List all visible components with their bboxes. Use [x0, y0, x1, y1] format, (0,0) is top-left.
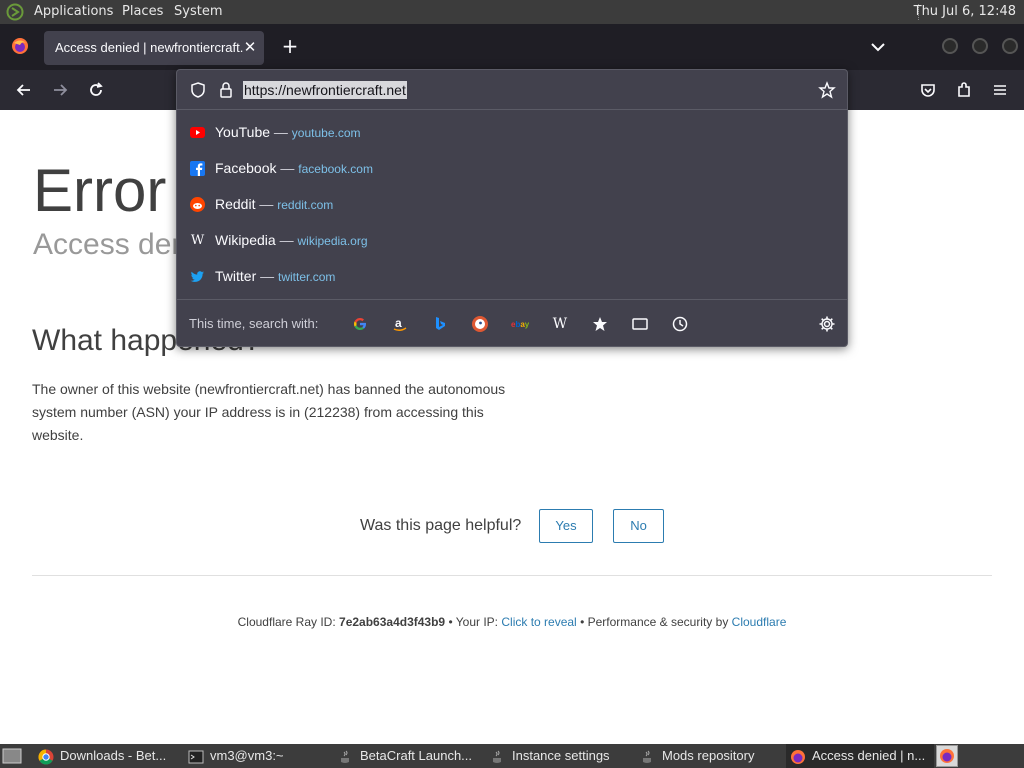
terminal-icon: [188, 750, 204, 764]
facebook-icon: [190, 161, 205, 176]
pocket-icon[interactable]: [918, 80, 938, 100]
lock-icon[interactable]: [218, 81, 234, 99]
suggestion-reddit[interactable]: Reddit — reddit.com: [177, 187, 847, 223]
taskbar-label: Instance settings: [512, 748, 610, 763]
twitter-icon: [190, 271, 204, 282]
suggestion-name: Facebook: [215, 160, 277, 176]
clock[interactable]: Thu Jul 6, 12:48: [914, 4, 1016, 19]
java-icon: [643, 750, 651, 763]
chevron-down-icon[interactable]: [868, 38, 888, 56]
wikipedia-icon[interactable]: W: [551, 315, 569, 333]
suggestion-facebook[interactable]: Facebook — facebook.com: [177, 151, 847, 187]
taskbar-label: Mods repository: [662, 748, 755, 763]
suggestion-wikipedia[interactable]: W Wikipedia — wikipedia.org: [177, 223, 847, 259]
java-icon: [493, 750, 501, 763]
search-with-label: This time, search with:: [189, 316, 319, 331]
one-off-search-row: This time, search with: a ebay W: [177, 299, 847, 347]
bottom-taskbar: Downloads - Bet... vm3@vm3:~ BetaCraft L…: [0, 744, 1024, 768]
tabs-icon[interactable]: [631, 315, 649, 333]
new-tab-icon[interactable]: +: [280, 36, 300, 56]
minimize-window-icon[interactable]: [942, 38, 958, 54]
feedback-yes-button[interactable]: Yes: [539, 509, 593, 543]
taskbar-label: Access denied | n...: [812, 748, 926, 763]
google-icon[interactable]: [351, 315, 369, 333]
suggestion-twitter[interactable]: Twitter — twitter.com: [177, 259, 847, 295]
taskbar-item-mods-repository[interactable]: Mods repository: [640, 744, 780, 768]
back-icon[interactable]: [14, 80, 34, 100]
taskbar-item-downloads[interactable]: Downloads - Bet...: [38, 744, 180, 768]
taskbar-label: Downloads - Bet...: [60, 748, 167, 763]
taskbar-item-betacraft[interactable]: BetaCraft Launch...: [338, 744, 483, 768]
taskbar-item-firefox[interactable]: Access denied | n...: [786, 744, 934, 768]
suggestion-name: YouTube: [215, 124, 271, 140]
ip-label: • Your IP:: [448, 615, 499, 629]
firefox-icon: [791, 749, 805, 764]
menu-applications[interactable]: Applications: [34, 4, 113, 19]
tab-title: Access denied | newfrontiercraft.net: [55, 40, 243, 55]
forward-icon[interactable]: [50, 80, 70, 100]
browser-tab-bar: Access denied | newfrontiercraft.net ✕ +: [0, 24, 1024, 70]
history-icon[interactable]: [671, 315, 689, 333]
helpful-question: Was this page helpful?: [360, 517, 522, 534]
cloudflare-footer: Cloudflare Ray ID: 7e2ab63a4d3f43b9 • Yo…: [0, 615, 1024, 629]
url-input[interactable]: https://newfrontiercraft.net: [243, 81, 407, 99]
close-window-icon[interactable]: [1002, 38, 1018, 54]
suggestion-url: youtube.com: [291, 126, 361, 140]
url-bar[interactable]: https://newfrontiercraft.net: [177, 70, 847, 110]
chrome-icon: [38, 749, 54, 765]
system-top-panel: Applications Places System Thu Jul 6, 12…: [0, 0, 1024, 24]
svg-text:ebay: ebay: [511, 320, 529, 329]
suggestion-name: Reddit: [215, 196, 256, 212]
suggestion-url: reddit.com: [277, 198, 334, 212]
reddit-icon: [190, 197, 205, 212]
suggestion-url: facebook.com: [298, 162, 373, 176]
close-tab-icon[interactable]: ✕: [243, 38, 257, 56]
reveal-ip-link[interactable]: Click to reveal: [501, 615, 576, 629]
firefox-icon[interactable]: [11, 37, 29, 55]
svg-text:a: a: [395, 316, 402, 330]
taskbar-item-instance-settings[interactable]: Instance settings: [490, 744, 630, 768]
cloudflare-link[interactable]: Cloudflare: [732, 615, 787, 629]
suggestion-youtube[interactable]: YouTube — youtube.com: [177, 115, 847, 151]
wikipedia-icon: W: [190, 233, 205, 248]
bookmarks-icon[interactable]: [591, 315, 609, 333]
duckduckgo-icon[interactable]: [471, 315, 489, 333]
extensions-icon[interactable]: [954, 80, 974, 100]
bookmark-star-icon[interactable]: [818, 81, 836, 99]
amazon-icon[interactable]: a: [391, 315, 409, 333]
suggestion-url: wikipedia.org: [297, 234, 368, 248]
search-settings-gear-icon[interactable]: [818, 315, 836, 333]
reload-icon[interactable]: [86, 80, 106, 100]
bing-icon[interactable]: [431, 315, 449, 333]
menu-places[interactable]: Places: [122, 4, 163, 19]
suggestion-name: Twitter: [215, 268, 257, 284]
distro-logo-icon[interactable]: [6, 3, 24, 21]
taskbar-label: vm3@vm3:~: [210, 748, 284, 763]
suggestion-url: twitter.com: [278, 270, 336, 284]
tracking-protection-shield-icon[interactable]: [190, 81, 206, 99]
performance-label: • Performance & security by: [580, 615, 729, 629]
java-icon: [341, 750, 349, 763]
suggestion-name: Wikipedia: [215, 232, 276, 248]
divider: [32, 575, 992, 576]
maximize-window-icon[interactable]: [972, 38, 988, 54]
taskbar-item-terminal[interactable]: vm3@vm3:~: [188, 744, 328, 768]
ray-id-value: 7e2ab63a4d3f43b9: [339, 615, 446, 629]
youtube-icon: [190, 127, 205, 138]
show-desktop-icon[interactable]: [2, 747, 22, 765]
feedback-no-button[interactable]: No: [613, 509, 664, 543]
firefox-icon: [940, 749, 954, 763]
url-bar-dropdown: https://newfrontiercraft.net YouTube — y…: [176, 69, 848, 347]
menu-hamburger-icon[interactable]: [990, 80, 1010, 100]
ray-id-label: Cloudflare Ray ID:: [237, 615, 336, 629]
workspace-switcher[interactable]: [936, 745, 958, 767]
tab-access-denied[interactable]: Access denied | newfrontiercraft.net ✕: [44, 31, 264, 65]
menu-system[interactable]: System: [174, 4, 222, 19]
ebay-icon[interactable]: ebay: [511, 315, 529, 333]
error-description: The owner of this website (newfrontiercr…: [32, 381, 506, 443]
taskbar-label: BetaCraft Launch...: [360, 748, 473, 763]
